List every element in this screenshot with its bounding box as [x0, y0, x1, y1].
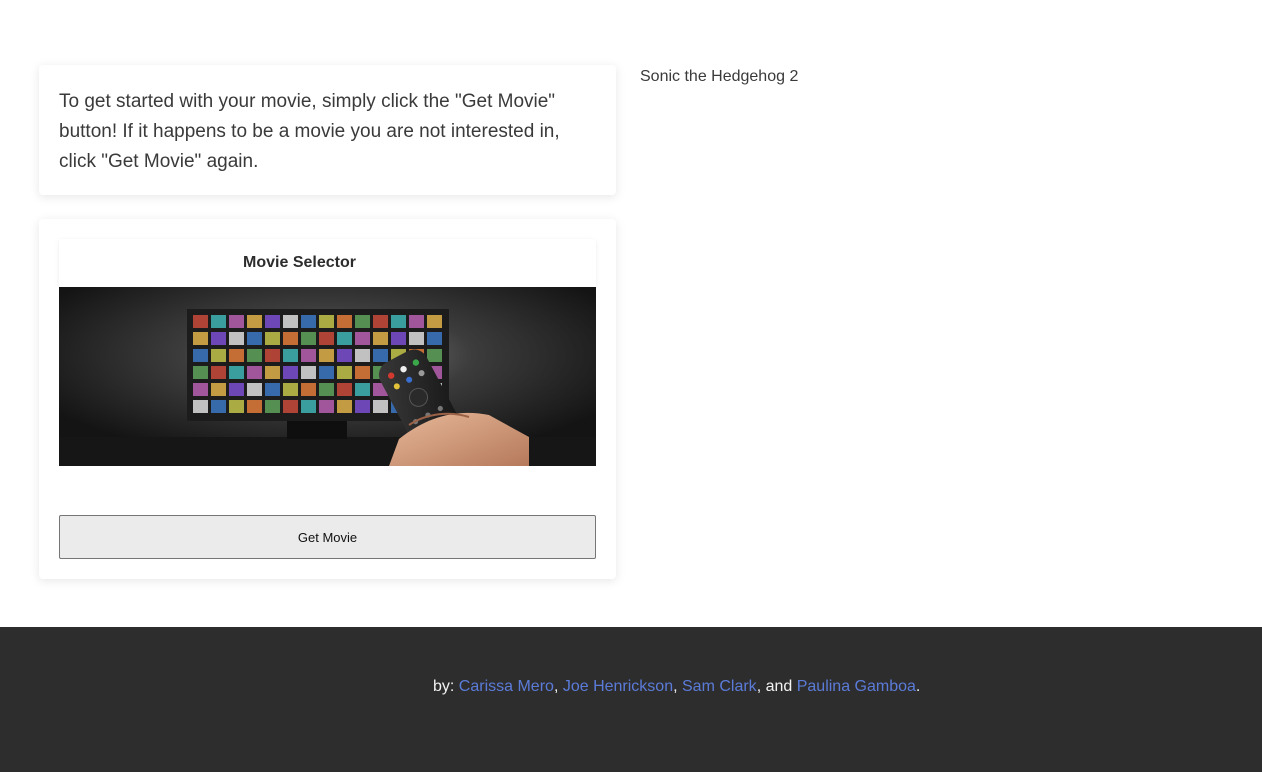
movie-selector-card: Movie Selector Get Movie: [39, 219, 616, 579]
credits-suffix: .: [915, 678, 921, 695]
credits-separator: ,: [673, 678, 682, 695]
get-movie-button[interactable]: Get Movie: [59, 515, 596, 559]
credits-separator: ,: [553, 678, 563, 695]
credits-prefix: by:: [433, 678, 459, 695]
intro-text: To get started with your movie, simply c…: [59, 91, 560, 172]
intro-card: To get started with your movie, simply c…: [39, 65, 616, 195]
page: To get started with your movie, simply c…: [0, 0, 1262, 772]
author-link-paulina-gamboa[interactable]: Paulina Gamboa: [797, 678, 916, 695]
movie-selector-header: Movie Selector: [59, 239, 596, 287]
author-credits: by: Carissa Mero, Joe Henrickson, Sam Cl…: [433, 678, 920, 696]
tv-remote-hero-image: [59, 287, 596, 466]
footer: by: Carissa Mero, Joe Henrickson, Sam Cl…: [0, 627, 1262, 772]
left-column: To get started with your movie, simply c…: [39, 65, 616, 579]
author-link-carissa-mero[interactable]: Carissa Mero: [459, 678, 554, 695]
button-wrapper: Get Movie: [59, 515, 596, 559]
author-link-joe-henrickson[interactable]: Joe Henrickson: [563, 678, 673, 695]
credits-separator: , and: [756, 678, 797, 695]
movie-selector-title: Movie Selector: [243, 254, 356, 271]
author-link-sam-clark[interactable]: Sam Clark: [682, 678, 757, 695]
movie-result-title: Sonic the Hedgehog 2: [640, 68, 799, 85]
